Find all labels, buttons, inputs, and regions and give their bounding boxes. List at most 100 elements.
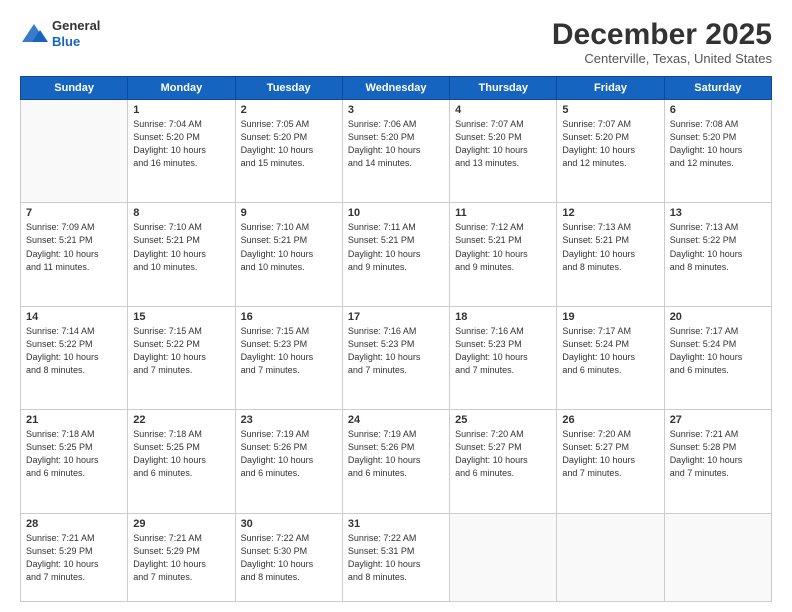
day-number: 6 xyxy=(670,104,766,116)
day-info: Sunrise: 7:20 AM Sunset: 5:27 PM Dayligh… xyxy=(562,428,658,480)
day-number: 29 xyxy=(133,518,229,530)
day-info: Sunrise: 7:04 AM Sunset: 5:20 PM Dayligh… xyxy=(133,118,229,170)
calendar-day-cell: 15Sunrise: 7:15 AM Sunset: 5:22 PM Dayli… xyxy=(128,306,235,409)
calendar-day-header: Tuesday xyxy=(235,77,342,100)
calendar-day-header: Friday xyxy=(557,77,664,100)
calendar-day-cell: 1 Sunrise: 7:04 AM Sunset: 5:20 PM Daylig… xyxy=(128,100,235,203)
day-info: Sunrise: 7:18 AM Sunset: 5:25 PM Dayligh… xyxy=(133,428,229,480)
page: General Blue December 2025 Centerville, … xyxy=(0,0,792,612)
calendar-day-cell: 13 Sunrise: 7:13 AM Sunset: 5:22 PM Dayli… xyxy=(664,203,771,306)
calendar-day-header: Sunday xyxy=(21,77,128,100)
day-number: 15 xyxy=(133,311,229,323)
day-info: Sunrise: 7:21 AM Sunset: 5:29 PM Dayligh… xyxy=(26,532,122,584)
calendar-day-cell: 10Sunrise: 7:11 AM Sunset: 5:21 PM Dayli… xyxy=(342,203,449,306)
day-info: Sunrise: 7:17 AM Sunset: 5:24 PM Dayligh… xyxy=(562,325,658,377)
logo: General Blue xyxy=(20,18,100,49)
calendar-day-cell: 7 Sunrise: 7:09 AM Sunset: 5:21 PM Daylig… xyxy=(21,203,128,306)
day-number: 23 xyxy=(241,414,337,426)
calendar-day-cell: 24 Sunrise: 7:19 AM Sunset: 5:26 PM Dayli… xyxy=(342,410,449,513)
calendar-day-cell: 14Sunrise: 7:14 AM Sunset: 5:22 PM Dayli… xyxy=(21,306,128,409)
calendar-day-header: Thursday xyxy=(450,77,557,100)
calendar-day-cell xyxy=(450,513,557,601)
day-number: 22 xyxy=(133,414,229,426)
day-info: Sunrise: 7:13 AM Sunset: 5:22 PM Dayligh… xyxy=(670,221,766,273)
day-info: Sunrise: 7:09 AM Sunset: 5:21 PM Dayligh… xyxy=(26,221,122,273)
day-number: 18 xyxy=(455,311,551,323)
day-number: 1 xyxy=(133,104,229,116)
calendar-day-header: Saturday xyxy=(664,77,771,100)
day-number: 27 xyxy=(670,414,766,426)
day-number: 3 xyxy=(348,104,444,116)
day-number: 25 xyxy=(455,414,551,426)
calendar-header-row: SundayMondayTuesdayWednesdayThursdayFrid… xyxy=(21,77,772,100)
logo-general: General xyxy=(52,18,100,34)
day-info: Sunrise: 7:21 AM Sunset: 5:28 PM Dayligh… xyxy=(670,428,766,480)
day-number: 30 xyxy=(241,518,337,530)
day-info: Sunrise: 7:07 AM Sunset: 5:20 PM Dayligh… xyxy=(562,118,658,170)
day-number: 16 xyxy=(241,311,337,323)
day-info: Sunrise: 7:20 AM Sunset: 5:27 PM Dayligh… xyxy=(455,428,551,480)
day-number: 20 xyxy=(670,311,766,323)
day-number: 24 xyxy=(348,414,444,426)
calendar-day-cell: 29Sunrise: 7:21 AM Sunset: 5:29 PM Dayli… xyxy=(128,513,235,601)
day-number: 7 xyxy=(26,207,122,219)
calendar-day-cell: 31 Sunrise: 7:22 AM Sunset: 5:31 PM Dayli… xyxy=(342,513,449,601)
day-info: Sunrise: 7:19 AM Sunset: 5:26 PM Dayligh… xyxy=(348,428,444,480)
day-info: Sunrise: 7:22 AM Sunset: 5:30 PM Dayligh… xyxy=(241,532,337,584)
day-number: 31 xyxy=(348,518,444,530)
day-number: 12 xyxy=(562,207,658,219)
title-block: December 2025 Centerville, Texas, United… xyxy=(552,18,772,66)
calendar-week-row: 1 Sunrise: 7:04 AM Sunset: 5:20 PM Daylig… xyxy=(21,100,772,203)
day-number: 9 xyxy=(241,207,337,219)
day-info: Sunrise: 7:22 AM Sunset: 5:31 PM Dayligh… xyxy=(348,532,444,584)
calendar-day-cell: 25 Sunrise: 7:20 AM Sunset: 5:27 PM Dayli… xyxy=(450,410,557,513)
logo-blue: Blue xyxy=(52,34,100,50)
day-info: Sunrise: 7:18 AM Sunset: 5:25 PM Dayligh… xyxy=(26,428,122,480)
calendar-day-cell: 22 Sunrise: 7:18 AM Sunset: 5:25 PM Dayli… xyxy=(128,410,235,513)
day-number: 19 xyxy=(562,311,658,323)
day-info: Sunrise: 7:06 AM Sunset: 5:20 PM Dayligh… xyxy=(348,118,444,170)
day-number: 8 xyxy=(133,207,229,219)
calendar-day-cell: 27 Sunrise: 7:21 AM Sunset: 5:28 PM Dayli… xyxy=(664,410,771,513)
calendar-week-row: 7 Sunrise: 7:09 AM Sunset: 5:21 PM Daylig… xyxy=(21,203,772,306)
calendar-day-cell: 4Sunrise: 7:07 AM Sunset: 5:20 PM Daylig… xyxy=(450,100,557,203)
calendar-day-cell: 9Sunrise: 7:10 AM Sunset: 5:21 PM Daylig… xyxy=(235,203,342,306)
calendar-day-cell xyxy=(664,513,771,601)
calendar-day-cell: 20Sunrise: 7:17 AM Sunset: 5:24 PM Dayli… xyxy=(664,306,771,409)
calendar-day-cell: 2 Sunrise: 7:05 AM Sunset: 5:20 PM Daylig… xyxy=(235,100,342,203)
day-number: 2 xyxy=(241,104,337,116)
calendar-day-cell: 6 Sunrise: 7:08 AM Sunset: 5:20 PM Daylig… xyxy=(664,100,771,203)
header: General Blue December 2025 Centerville, … xyxy=(20,18,772,66)
logo-text: General Blue xyxy=(52,18,100,49)
calendar-day-cell: 21Sunrise: 7:18 AM Sunset: 5:25 PM Dayli… xyxy=(21,410,128,513)
calendar-day-cell xyxy=(557,513,664,601)
day-info: Sunrise: 7:05 AM Sunset: 5:20 PM Dayligh… xyxy=(241,118,337,170)
logo-icon xyxy=(20,22,48,46)
calendar-day-cell: 5 Sunrise: 7:07 AM Sunset: 5:20 PM Daylig… xyxy=(557,100,664,203)
calendar-day-cell: 12 Sunrise: 7:13 AM Sunset: 5:21 PM Dayli… xyxy=(557,203,664,306)
calendar-day-cell: 19 Sunrise: 7:17 AM Sunset: 5:24 PM Dayli… xyxy=(557,306,664,409)
calendar-table: SundayMondayTuesdayWednesdayThursdayFrid… xyxy=(20,76,772,602)
calendar-week-row: 14Sunrise: 7:14 AM Sunset: 5:22 PM Dayli… xyxy=(21,306,772,409)
calendar-day-cell: 28Sunrise: 7:21 AM Sunset: 5:29 PM Dayli… xyxy=(21,513,128,601)
day-number: 13 xyxy=(670,207,766,219)
day-number: 4 xyxy=(455,104,551,116)
calendar-day-cell: 11Sunrise: 7:12 AM Sunset: 5:21 PM Dayli… xyxy=(450,203,557,306)
calendar-day-cell: 8 Sunrise: 7:10 AM Sunset: 5:21 PM Daylig… xyxy=(128,203,235,306)
calendar-day-cell: 26 Sunrise: 7:20 AM Sunset: 5:27 PM Dayli… xyxy=(557,410,664,513)
day-number: 5 xyxy=(562,104,658,116)
day-info: Sunrise: 7:10 AM Sunset: 5:21 PM Dayligh… xyxy=(133,221,229,273)
location: Centerville, Texas, United States xyxy=(552,51,772,66)
day-number: 11 xyxy=(455,207,551,219)
calendar-day-cell: 18Sunrise: 7:16 AM Sunset: 5:23 PM Dayli… xyxy=(450,306,557,409)
day-info: Sunrise: 7:13 AM Sunset: 5:21 PM Dayligh… xyxy=(562,221,658,273)
day-info: Sunrise: 7:08 AM Sunset: 5:20 PM Dayligh… xyxy=(670,118,766,170)
calendar-day-cell: 16 Sunrise: 7:15 AM Sunset: 5:23 PM Dayli… xyxy=(235,306,342,409)
calendar-day-header: Wednesday xyxy=(342,77,449,100)
calendar-day-cell: 3 Sunrise: 7:06 AM Sunset: 5:20 PM Daylig… xyxy=(342,100,449,203)
day-info: Sunrise: 7:15 AM Sunset: 5:23 PM Dayligh… xyxy=(241,325,337,377)
day-info: Sunrise: 7:11 AM Sunset: 5:21 PM Dayligh… xyxy=(348,221,444,273)
day-number: 26 xyxy=(562,414,658,426)
calendar-week-row: 21Sunrise: 7:18 AM Sunset: 5:25 PM Dayli… xyxy=(21,410,772,513)
month-title: December 2025 xyxy=(552,18,772,51)
